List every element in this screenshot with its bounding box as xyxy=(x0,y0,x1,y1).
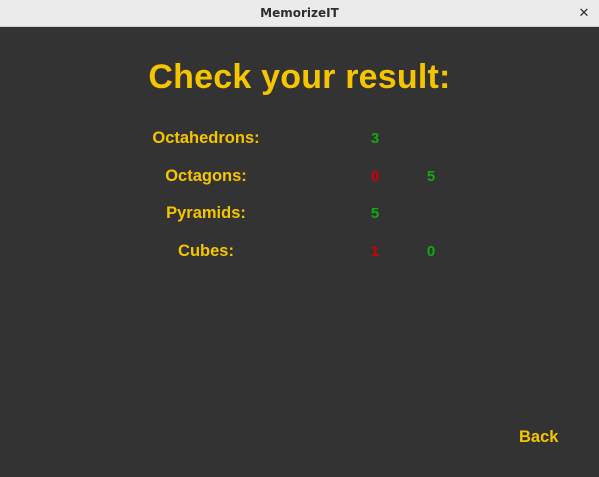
close-icon[interactable]: ✕ xyxy=(577,0,591,27)
result-label-pyramids: Pyramids: xyxy=(166,204,246,222)
result-value-cubes: 1 xyxy=(370,243,380,260)
result-value-pyramids: 5 xyxy=(370,205,380,222)
result-value-octagons: 0 xyxy=(370,168,380,185)
result-label-octahedrons: Octahedrons: xyxy=(152,129,260,147)
title-bar: MemorizeIT ✕ xyxy=(0,0,599,27)
back-button[interactable]: Back xyxy=(519,428,558,447)
app-window: MemorizeIT ✕ Check your result: Octahedr… xyxy=(0,0,599,477)
page-title: Check your result: xyxy=(148,58,451,96)
window-title: MemorizeIT xyxy=(260,6,339,20)
result-expected-cubes: 0 xyxy=(426,243,436,260)
result-label-octagons: Octagons: xyxy=(165,167,247,185)
result-value-octahedrons: 3 xyxy=(370,130,380,147)
result-label-cubes: Cubes: xyxy=(178,242,234,260)
result-expected-octagons: 5 xyxy=(426,168,436,185)
